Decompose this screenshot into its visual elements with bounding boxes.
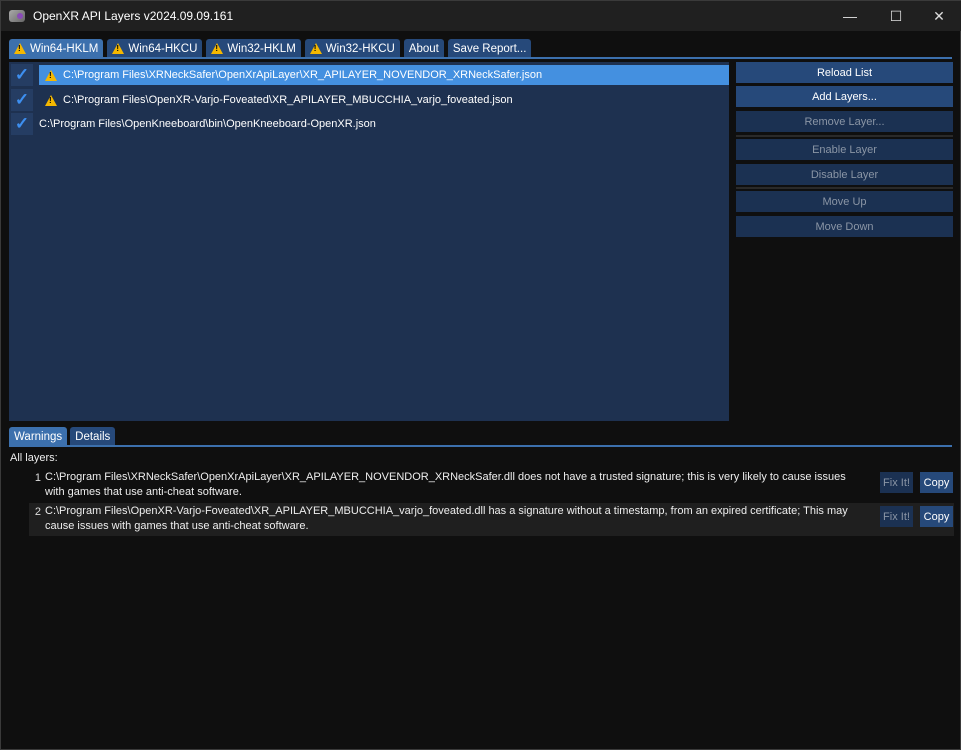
- enabled-checkbox[interactable]: ✓: [11, 64, 33, 86]
- tab-label: Win32-HKLM: [227, 42, 296, 55]
- bottom-tabs: Warnings Details: [9, 427, 116, 446]
- fix-it-button[interactable]: Fix It!: [880, 472, 913, 493]
- tab-win64-hkcu[interactable]: Win64-HKCU: [107, 39, 203, 58]
- move-down-button[interactable]: Move Down: [736, 216, 953, 237]
- app-icon: [9, 10, 25, 22]
- warning-text: C:\Program Files\XRNeckSafer\OpenXrApiLa…: [45, 471, 846, 498]
- tab-save-report[interactable]: Save Report...: [447, 39, 532, 58]
- tab-divider: [9, 445, 952, 447]
- enable-layer-button[interactable]: Enable Layer: [736, 139, 953, 160]
- tab-label: Save Report...: [452, 42, 527, 55]
- separator: [736, 187, 953, 189]
- layer-entry: C:\Program Files\OpenXR-Varjo-Foveated\X…: [39, 90, 729, 110]
- tab-label: Win32-HKCU: [325, 42, 395, 55]
- warning-number: 1: [34, 472, 41, 484]
- layer-path: C:\Program Files\OpenXR-Varjo-Foveated\X…: [63, 94, 513, 106]
- add-layers-button[interactable]: Add Layers...: [736, 86, 953, 107]
- tab-about[interactable]: About: [403, 39, 444, 58]
- tab-label: Win64-HKLM: [30, 42, 99, 55]
- close-button[interactable]: ✕: [916, 1, 961, 31]
- warning-icon: [309, 43, 322, 54]
- registry-tabs: Win64-HKLM Win64-HKCU Win32-HKLM Win32-H…: [9, 39, 532, 58]
- tab-win32-hkcu[interactable]: Win32-HKCU: [304, 39, 400, 58]
- tab-divider: [9, 57, 952, 59]
- layer-entry: C:\Program Files\OpenKneeboard\bin\OpenK…: [33, 114, 729, 134]
- warning-icon: [45, 94, 57, 106]
- warning-row: 2 C:\Program Files\OpenXR-Varjo-Foveated…: [29, 503, 954, 536]
- warning-number: 2: [34, 506, 41, 518]
- warning-icon: [112, 43, 125, 54]
- reload-list-button[interactable]: Reload List: [736, 62, 953, 83]
- warning-text: C:\Program Files\OpenXR-Varjo-Foveated\X…: [45, 505, 848, 532]
- tab-win32-hklm[interactable]: Win32-HKLM: [206, 39, 301, 58]
- separator: [736, 135, 953, 137]
- layer-row[interactable]: ✓ C:\Program Files\XRNeckSafer\OpenXrApi…: [9, 64, 729, 86]
- warning-icon: [45, 69, 57, 81]
- title-bar: OpenXR API Layers v2024.09.09.161 — ☐ ✕: [1, 1, 961, 31]
- enabled-checkbox[interactable]: ✓: [11, 113, 33, 135]
- layer-row[interactable]: ✓ C:\Program Files\OpenXR-Varjo-Foveated…: [9, 89, 729, 111]
- layer-path: C:\Program Files\OpenKneeboard\bin\OpenK…: [39, 118, 376, 130]
- layer-list[interactable]: ✓ C:\Program Files\XRNeckSafer\OpenXrApi…: [9, 62, 729, 421]
- copy-button[interactable]: Copy: [920, 472, 953, 493]
- maximize-button[interactable]: ☐: [873, 1, 919, 31]
- tab-label: About: [408, 42, 439, 55]
- tab-label: Win64-HKCU: [128, 42, 198, 55]
- layer-entry: C:\Program Files\XRNeckSafer\OpenXrApiLa…: [39, 65, 729, 85]
- warning-icon: [14, 43, 26, 54]
- warnings-heading: All layers:: [10, 452, 58, 464]
- tab-win64-hklm[interactable]: Win64-HKLM: [9, 39, 104, 58]
- layer-path: C:\Program Files\XRNeckSafer\OpenXrApiLa…: [63, 69, 543, 81]
- tab-details[interactable]: Details: [70, 427, 116, 446]
- warning-row: 1 C:\Program Files\XRNeckSafer\OpenXrApi…: [29, 469, 954, 502]
- fix-it-button[interactable]: Fix It!: [880, 506, 913, 527]
- enabled-checkbox[interactable]: ✓: [11, 89, 33, 111]
- minimize-button[interactable]: —: [827, 1, 873, 31]
- move-up-button[interactable]: Move Up: [736, 191, 953, 212]
- layer-row[interactable]: ✓ C:\Program Files\OpenKneeboard\bin\Ope…: [9, 113, 729, 135]
- tab-warnings[interactable]: Warnings: [9, 427, 68, 446]
- remove-layer-button[interactable]: Remove Layer...: [736, 111, 953, 132]
- disable-layer-button[interactable]: Disable Layer: [736, 164, 953, 185]
- copy-button[interactable]: Copy: [920, 506, 953, 527]
- window-title: OpenXR API Layers v2024.09.09.161: [33, 9, 234, 23]
- warning-icon: [211, 43, 224, 54]
